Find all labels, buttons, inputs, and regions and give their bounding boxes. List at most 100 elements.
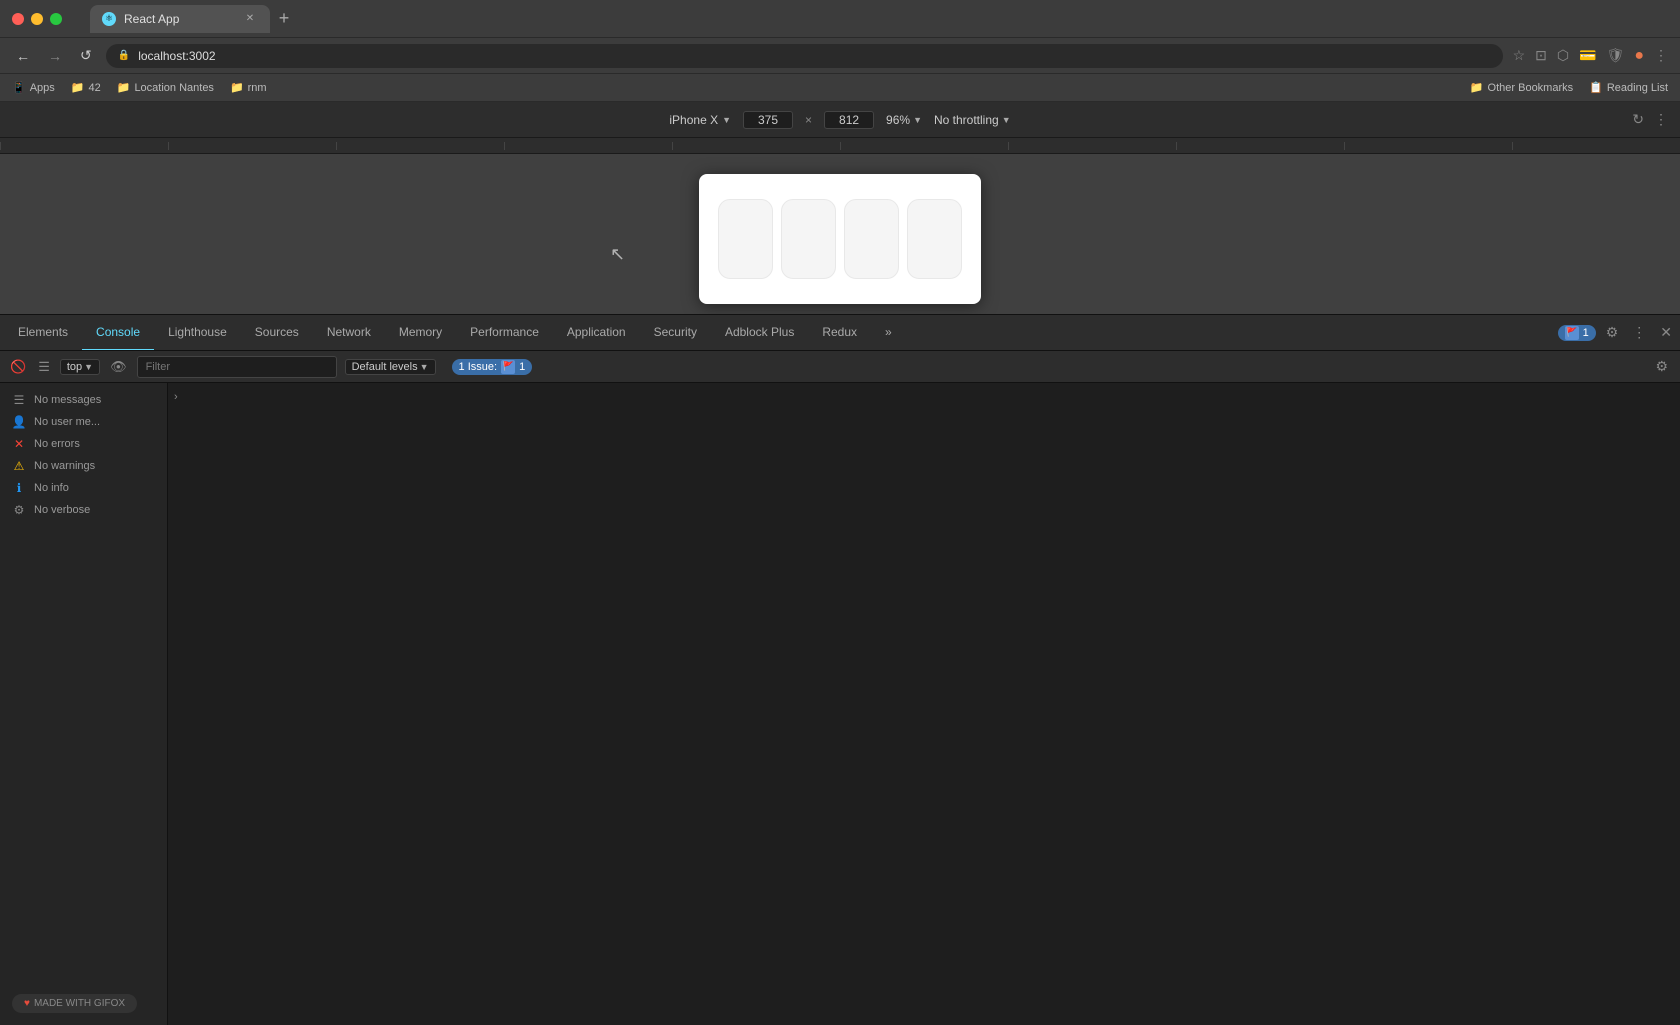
tab-sources[interactable]: Sources — [241, 315, 313, 351]
bookmark-apps[interactable]: 📱 Apps — [12, 81, 55, 94]
reading-list-icon: 📋 — [1589, 81, 1603, 94]
folder-icon-2: 📁 — [117, 81, 131, 94]
console-issue-badge[interactable]: 1 Issue: 🚩 1 — [452, 359, 533, 375]
show-sidebar-button[interactable]: ☰ — [36, 357, 52, 377]
tab-lighthouse[interactable]: Lighthouse — [154, 315, 241, 351]
device-name: iPhone X — [669, 113, 718, 127]
traffic-lights — [12, 13, 62, 25]
bookmark-rnm[interactable]: 📁 rnm — [230, 81, 267, 94]
sidebar-verbose-label: No verbose — [34, 504, 90, 516]
tab-memory[interactable]: Memory — [385, 315, 456, 351]
devtools-tabs: Elements Console Lighthouse Sources Netw… — [0, 315, 1680, 351]
console-issue-num: 1 — [519, 361, 525, 373]
other-bookmarks-label: Other Bookmarks — [1488, 82, 1574, 94]
phone-frame — [699, 174, 981, 304]
context-selector[interactable]: top ▼ — [60, 359, 100, 375]
issues-badge[interactable]: 🚩 1 — [1558, 325, 1596, 341]
address-bar[interactable]: 🔒 localhost:3002 — [106, 44, 1503, 68]
nav-bar: ← → ↺ 🔒 localhost:3002 ☆ ⊡ ⬡ 💳 🛡 ● ⋮ — [0, 38, 1680, 74]
tab-elements[interactable]: Elements — [4, 315, 82, 351]
menu-icon[interactable]: ⋮ — [1654, 47, 1668, 64]
sidebar-item-info[interactable]: ℹ No info — [0, 477, 167, 499]
rotate-icon[interactable]: ↻ — [1632, 111, 1644, 128]
context-label: top — [67, 361, 82, 373]
user-avatar[interactable]: ● — [1634, 47, 1644, 65]
cast-icon[interactable]: ⊡ — [1535, 47, 1547, 64]
throttle-label: No throttling — [934, 113, 999, 127]
width-input[interactable]: 375 — [743, 111, 793, 129]
devtools-panel: Elements Console Lighthouse Sources Netw… — [0, 314, 1680, 1025]
tab-bar: ⚛ React App ✕ + — [90, 0, 298, 37]
extension-icon[interactable]: ⬡ — [1557, 47, 1569, 64]
throttle-chevron: ▼ — [1002, 115, 1011, 125]
device-selector[interactable]: iPhone X ▼ — [669, 113, 731, 127]
minimize-button[interactable] — [31, 13, 43, 25]
issue-count: 1 — [1583, 327, 1589, 339]
sidebar-item-warnings[interactable]: ⚠ No warnings — [0, 455, 167, 477]
throttle-selector[interactable]: No throttling ▼ — [934, 113, 1011, 127]
forward-button[interactable]: → — [44, 46, 66, 66]
gifox-badge: ♥ MADE WITH GIFOX — [12, 994, 137, 1013]
back-button[interactable]: ← — [12, 46, 34, 66]
height-input[interactable]: 812 — [824, 111, 874, 129]
close-devtools-button[interactable]: ✕ — [1656, 324, 1676, 341]
browser-tab[interactable]: ⚛ React App ✕ — [90, 5, 270, 33]
clear-console-button[interactable]: 🚫 — [8, 357, 28, 377]
console-toolbar: 🚫 ☰ top ▼ 👁 Default levels ▼ 1 Issue: 🚩 … — [0, 351, 1680, 383]
bookmark-location-nantes[interactable]: 📁 Location Nantes — [117, 81, 214, 94]
tab-application[interactable]: Application — [553, 315, 640, 351]
issues-badge-icon: 🚩 — [1565, 326, 1579, 340]
levels-label: Default levels — [352, 361, 418, 373]
warning-icon: ⚠ — [12, 459, 26, 473]
sidebar-item-messages[interactable]: ☰ No messages — [0, 389, 167, 411]
filter-input[interactable] — [137, 356, 337, 378]
info-icon: ℹ — [12, 481, 26, 495]
lock-icon: 🔒 — [118, 50, 130, 61]
ruler-tick-9 — [1344, 142, 1512, 150]
tab-network[interactable]: Network — [313, 315, 385, 351]
customize-button[interactable]: ⋮ — [1628, 324, 1650, 341]
levels-selector[interactable]: Default levels ▼ — [345, 359, 436, 375]
tab-console[interactable]: Console — [82, 315, 154, 351]
bookmark-42[interactable]: 📁 42 — [71, 81, 101, 94]
context-chevron: ▼ — [84, 362, 93, 372]
ruler-tick-7 — [1008, 142, 1176, 150]
user-icon: 👤 — [12, 415, 26, 429]
eye-button[interactable]: 👁 — [108, 357, 129, 377]
wallet-icon[interactable]: 💳 — [1579, 47, 1596, 64]
folder-icon-3: 📁 — [230, 81, 244, 94]
sidebar-messages-label: No messages — [34, 394, 101, 406]
tab-more[interactable]: » — [871, 315, 906, 351]
sidebar-item-verbose[interactable]: ⚙ No verbose — [0, 499, 167, 521]
console-prompt-arrow[interactable]: › — [174, 391, 178, 403]
new-tab-button[interactable]: + — [270, 5, 298, 33]
other-bookmarks[interactable]: 📁 Other Bookmarks — [1470, 81, 1573, 94]
bookmark-star-icon[interactable]: ☆ — [1513, 47, 1526, 64]
zoom-level: 96% — [886, 113, 910, 127]
settings-button[interactable]: ⚙ — [1602, 324, 1623, 341]
tab-adblock-plus[interactable]: Adblock Plus — [711, 315, 808, 351]
maximize-button[interactable] — [50, 13, 62, 25]
reload-button[interactable]: ↺ — [76, 45, 96, 66]
tab-performance[interactable]: Performance — [456, 315, 553, 351]
sidebar-info-label: No info — [34, 482, 69, 494]
sidebar-item-errors[interactable]: ✕ No errors — [0, 433, 167, 455]
ruler-area — [0, 138, 1680, 154]
sidebar-item-user-messages[interactable]: 👤 No user me... — [0, 411, 167, 433]
verbose-icon: ⚙ — [12, 503, 26, 517]
card-skeleton-4 — [907, 199, 962, 279]
zoom-selector[interactable]: 96% ▼ — [886, 113, 922, 127]
tab-redux[interactable]: Redux — [808, 315, 871, 351]
nav-icons: ☆ ⊡ ⬡ 💳 🛡 ● ⋮ — [1513, 47, 1668, 65]
tab-security[interactable]: Security — [640, 315, 711, 351]
bookmark-42-label: 42 — [88, 82, 100, 94]
close-button[interactable] — [12, 13, 24, 25]
tab-favicon: ⚛ — [102, 12, 116, 26]
tab-close-button[interactable]: ✕ — [242, 11, 258, 27]
sidebar-warnings-label: No warnings — [34, 460, 95, 472]
more-icon[interactable]: ⋮ — [1654, 111, 1668, 128]
reading-list[interactable]: 📋 Reading List — [1589, 81, 1668, 94]
adblocker-icon[interactable]: 🛡 — [1607, 47, 1625, 64]
console-settings-button[interactable]: ⚙ — [1651, 358, 1672, 375]
bookmark-rnm-label: rnm — [248, 82, 267, 94]
